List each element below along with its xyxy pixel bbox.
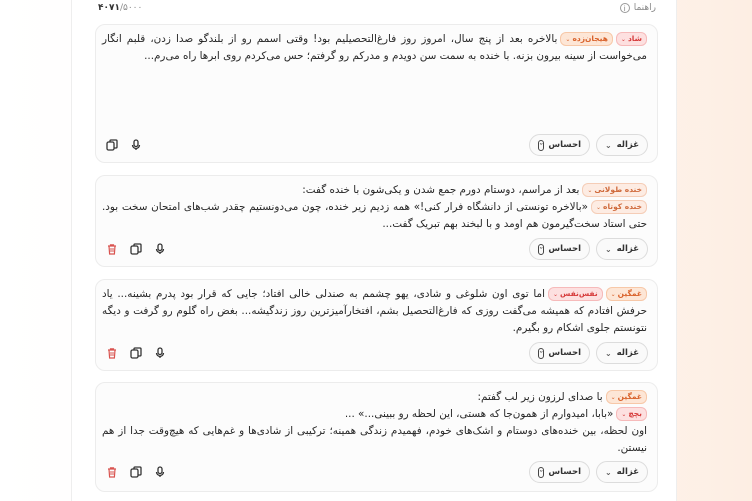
emotion-tag[interactable]: خنده طولانی⌄ [582,183,647,197]
guide-label: راهنما [633,3,656,13]
emotion-icon: ᵕ [538,243,545,255]
character-counter: ۴۰۷۱/۵۰۰۰ [98,3,143,13]
editor-panel: ۴۰۷۱/۵۰۰۰ راهنما i شاد⌄هیجان‌زده⌄بالاخره… [71,0,677,501]
trash-icon[interactable] [106,347,118,359]
chevron-down-icon: ⌄ [610,394,616,401]
text-block-1: شاد⌄هیجان‌زده⌄بالاخره بعد از پنج سال، ام… [95,24,658,163]
microphone-icon[interactable] [154,347,166,359]
microphone-icon[interactable] [154,243,166,255]
voice-select[interactable]: غزاله ⌄ [596,134,648,156]
emotion-icon: ᵕ [538,139,545,151]
emotion-tag[interactable]: غمگین⌄ [605,287,647,301]
text-block-2: خنده طولانی⌄بعد از مراسم، دوستام دورم جم… [95,175,658,267]
chevron-down-icon: ⌄ [610,291,616,298]
copy-icon[interactable] [106,139,118,151]
chevron-down-icon: ⌄ [596,204,602,211]
block-text[interactable]: خنده طولانی⌄بعد از مراسم، دوستام دورم جم… [102,182,647,233]
emotion-tag[interactable]: نفس‌نفس⌄ [547,287,603,301]
guide-link[interactable]: راهنما i [619,3,656,13]
text-block-3: غمگین⌄نفس‌نفس⌄اما توی اون شلوغی و شادی، … [95,279,658,371]
voice-select[interactable]: غزاله ⌄ [596,461,648,483]
trash-icon[interactable] [106,243,118,255]
emotion-button[interactable]: احساس ᵕ [529,342,590,364]
block-actions [106,466,166,478]
chevron-down-icon: ⌄ [587,187,593,194]
chevron-down-icon: ⌄ [605,348,612,358]
emotion-tag[interactable]: هیجان‌زده⌄ [560,32,613,46]
microphone-icon[interactable] [130,139,142,151]
microphone-icon[interactable] [154,466,166,478]
chevron-down-icon: ⌄ [605,244,612,254]
emotion-button[interactable]: احساس ᵕ [529,134,590,156]
emotion-tag[interactable]: خنده کوتاه⌄ [591,200,647,214]
copy-icon[interactable] [130,347,142,359]
copy-icon[interactable] [130,243,142,255]
text-block-4: غمگین⌄با صدای لرزون زیر لب گفتم: بچچ⌄«با… [95,382,658,492]
trash-icon[interactable] [106,466,118,478]
emotion-tag[interactable]: شاد⌄ [615,32,647,46]
emotion-tag[interactable]: غمگین⌄ [605,390,647,404]
emotion-tag[interactable]: بچچ⌄ [616,407,647,421]
chevron-down-icon: ⌄ [621,411,627,418]
emotion-icon: ᵕ [538,347,545,359]
voice-select[interactable]: غزاله ⌄ [596,238,648,260]
block-controls: غزاله ⌄ احساس ᵕ [529,134,648,156]
block-actions [106,139,142,151]
top-bar: ۴۰۷۱/۵۰۰۰ راهنما i [72,0,676,17]
block-controls: غزاله ⌄ احساس ᵕ [529,461,648,483]
block-text[interactable]: غمگین⌄با صدای لرزون زیر لب گفتم: بچچ⌄«با… [102,389,647,457]
chevron-down-icon: ⌄ [552,291,558,298]
emotion-icon: ᵕ [538,466,545,478]
info-icon: i [619,3,630,13]
block-actions [106,347,166,359]
chevron-down-icon: ⌄ [565,36,571,43]
copy-icon[interactable] [130,466,142,478]
block-controls: غزاله ⌄ احساس ᵕ [529,238,648,260]
chevron-down-icon: ⌄ [605,467,612,477]
block-text[interactable]: شاد⌄هیجان‌زده⌄بالاخره بعد از پنج سال، ام… [102,31,647,65]
block-actions [106,243,166,255]
block-text[interactable]: غمگین⌄نفس‌نفس⌄اما توی اون شلوغی و شادی، … [102,286,647,337]
chevron-down-icon: ⌄ [605,140,612,150]
emotion-button[interactable]: احساس ᵕ [529,238,590,260]
block-controls: غزاله ⌄ احساس ᵕ [529,342,648,364]
emotion-button[interactable]: احساس ᵕ [529,461,590,483]
voice-select[interactable]: غزاله ⌄ [596,342,648,364]
chevron-down-icon: ⌄ [620,36,626,43]
